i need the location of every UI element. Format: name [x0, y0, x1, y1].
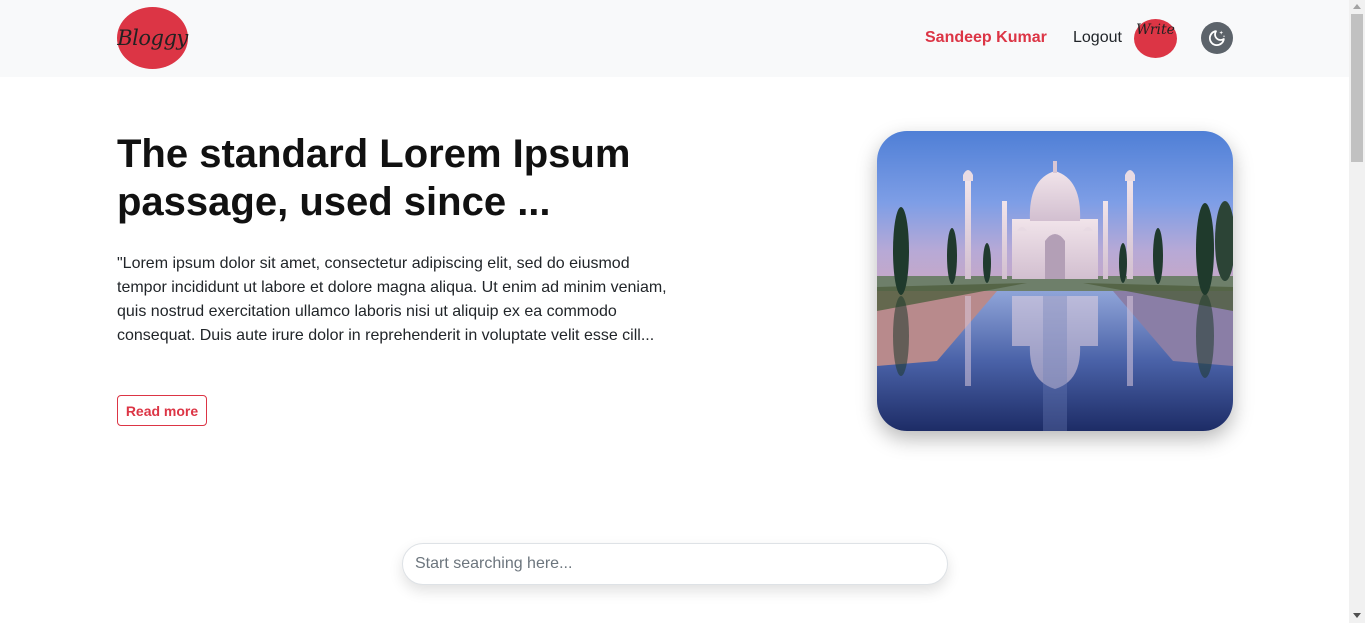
user-profile-link[interactable]: Sandeep Kumar [925, 29, 1047, 47]
search-input[interactable] [402, 543, 948, 585]
featured-post-image [877, 131, 1233, 431]
read-more-button[interactable]: Read more [117, 395, 207, 426]
scrollbar-thumb[interactable] [1351, 14, 1363, 162]
write-button[interactable]: Write [1134, 19, 1177, 58]
theme-toggle-button[interactable] [1201, 22, 1233, 54]
moon-stars-icon [1207, 28, 1227, 48]
scroll-down-arrow-icon[interactable] [1353, 613, 1361, 618]
top-navbar: Bloggy Sandeep Kumar Logout Write [0, 0, 1349, 77]
bloggy-logo[interactable]: Bloggy [117, 7, 188, 69]
page-scrollbar[interactable] [1349, 0, 1365, 623]
featured-post-excerpt: "Lorem ipsum dolor sit amet, consectetur… [117, 255, 667, 344]
scroll-up-arrow-icon[interactable] [1353, 4, 1361, 9]
logout-link[interactable]: Logout [1073, 29, 1122, 47]
featured-post-title: The standard Lorem Ipsum passage, used s… [117, 132, 631, 224]
